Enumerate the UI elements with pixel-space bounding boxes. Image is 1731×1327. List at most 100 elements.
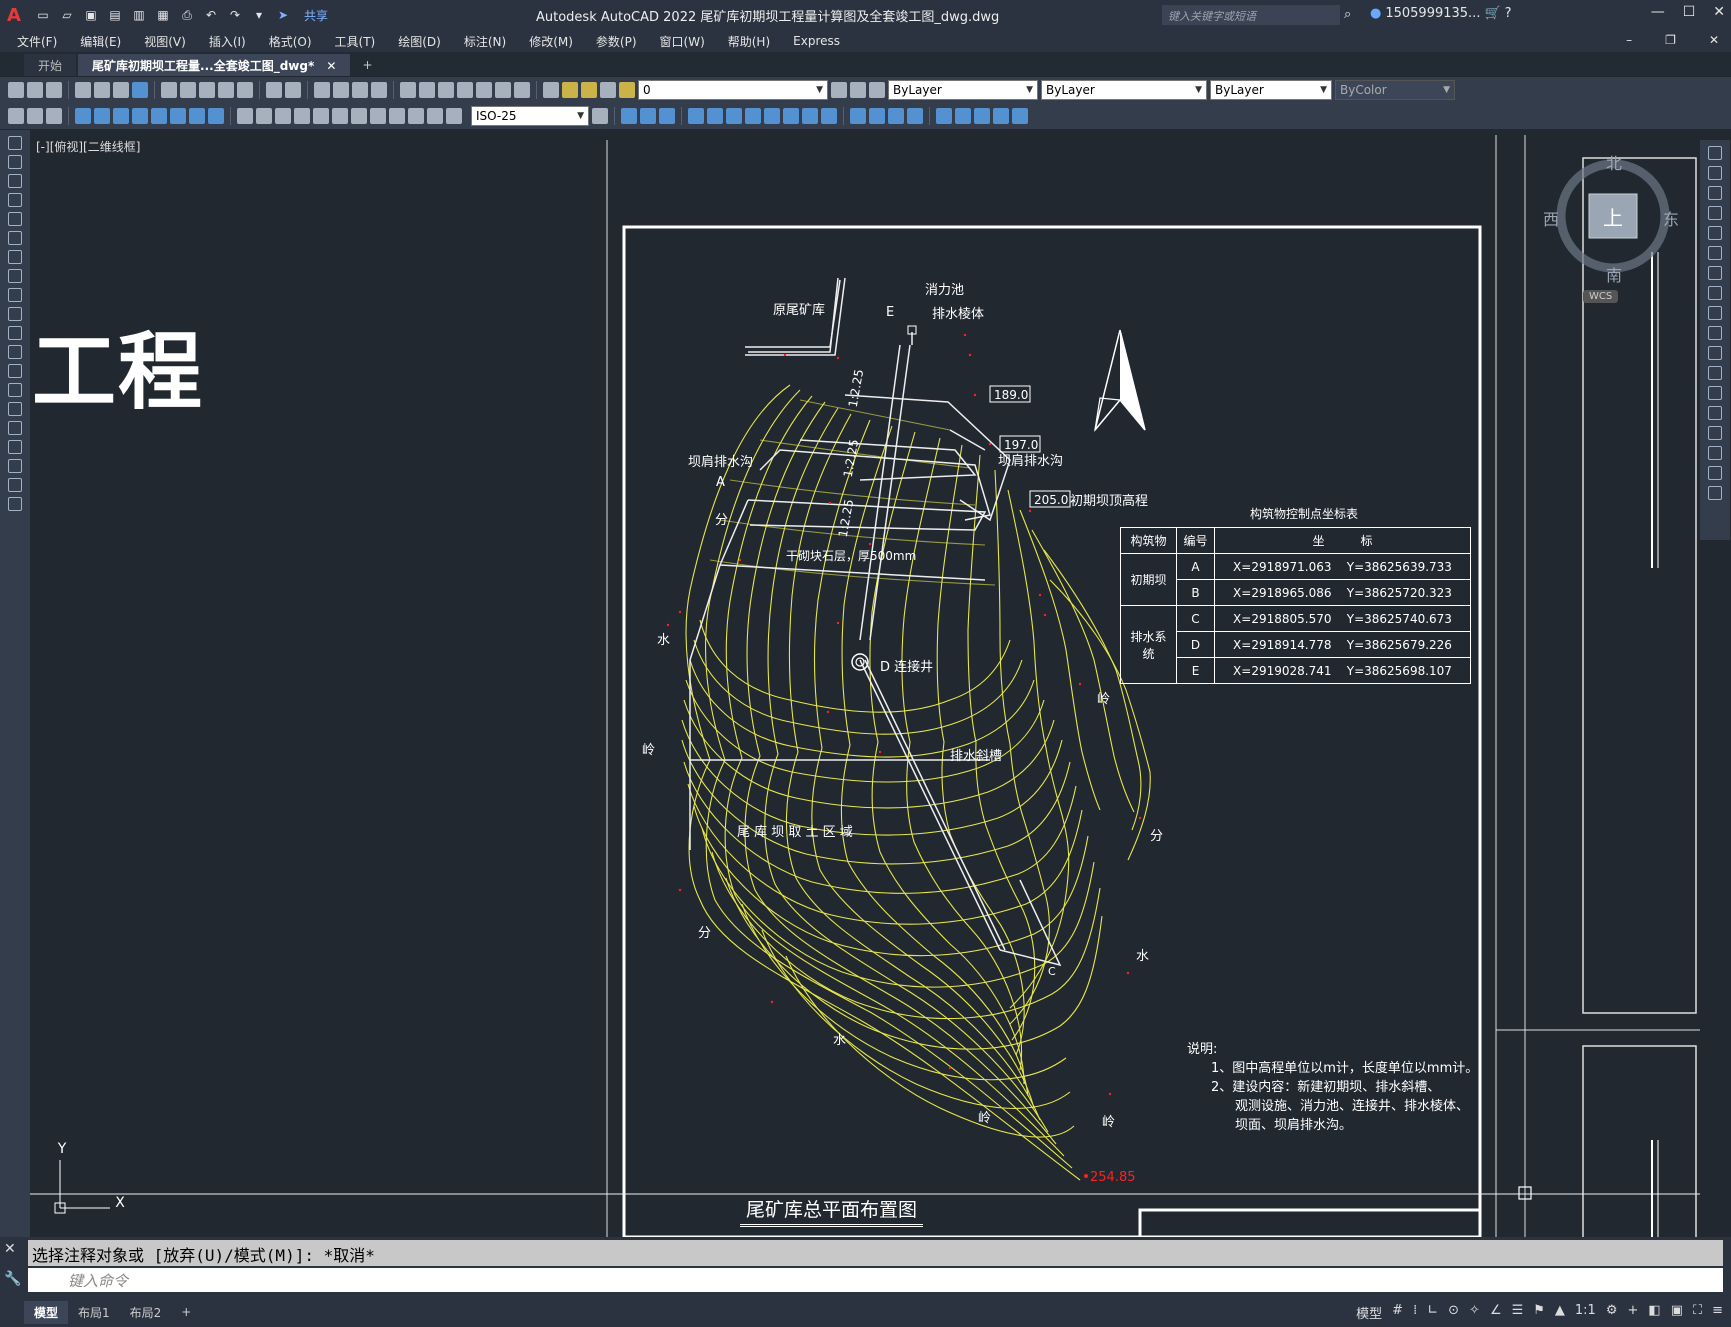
dim-linear-icon[interactable]: [75, 108, 91, 124]
ucs-previous-icon[interactable]: [726, 108, 742, 124]
layer-previous-icon[interactable]: [850, 82, 866, 98]
save-web-icon[interactable]: ▦: [154, 6, 172, 24]
dim-diameter-icon[interactable]: [189, 108, 205, 124]
command-input[interactable]: 键入命令: [28, 1268, 1723, 1292]
app-logo[interactable]: A: [0, 0, 28, 30]
visual-style-2-icon[interactable]: [869, 108, 885, 124]
preview-icon[interactable]: [94, 82, 110, 98]
drawing-canvas[interactable]: Y X 原尾矿库 消力池 排水棱体 E 坝肩排水沟 坝肩排水沟 A 初期坝顶高程…: [30, 130, 1700, 1237]
render-3-icon[interactable]: [974, 108, 990, 124]
dimstyle-dropdown[interactable]: ISO-25 ▼: [471, 106, 589, 126]
menu-edit[interactable]: 编辑(E): [80, 33, 121, 50]
tab-drawing[interactable]: 尾矿库初期坝工程量...全套竣工图_dwg* ✕: [78, 54, 351, 76]
viewcube-top-face[interactable]: 上: [1603, 202, 1623, 231]
tab-close-icon[interactable]: ✕: [326, 59, 336, 73]
save-tb-icon[interactable]: [46, 82, 62, 98]
viewcube-west[interactable]: 西: [1543, 206, 1559, 230]
maximize-icon[interactable]: ☐: [1683, 4, 1696, 20]
modeling-1-icon[interactable]: [621, 108, 637, 124]
menu-express[interactable]: Express: [793, 34, 840, 48]
explode-icon[interactable]: [1708, 486, 1722, 500]
gradient-icon[interactable]: [8, 421, 22, 435]
visual-style-1-icon[interactable]: [850, 108, 866, 124]
share-icon[interactable]: ➤: [274, 6, 292, 24]
mirror-icon[interactable]: [1708, 186, 1722, 200]
point-icon[interactable]: [8, 383, 22, 397]
tolerance-icon[interactable]: [332, 108, 348, 124]
scale-value[interactable]: 1:1: [1575, 1303, 1596, 1322]
plus-icon[interactable]: +: [1627, 1303, 1638, 1322]
menu-help[interactable]: 帮助(H): [728, 33, 770, 50]
render-1-icon[interactable]: [936, 108, 952, 124]
match-prop-icon[interactable]: [218, 82, 234, 98]
ucs-face-icon[interactable]: [745, 108, 761, 124]
close-icon[interactable]: ✕: [1713, 4, 1725, 20]
mtext-icon[interactable]: [8, 478, 22, 492]
polar-icon[interactable]: ⊙: [1448, 1303, 1459, 1322]
cart-icon[interactable]: 🛒: [1484, 6, 1500, 21]
offset-icon[interactable]: [1708, 206, 1722, 220]
viewcube[interactable]: 北 南 西 东 上 WCS: [1543, 150, 1683, 320]
rectangle-icon[interactable]: [8, 212, 22, 226]
viewcube-north[interactable]: 北: [1606, 150, 1622, 174]
layer-states-icon[interactable]: [869, 82, 885, 98]
workspace-gear-icon[interactable]: ⚙: [1606, 1303, 1618, 1322]
stretch-icon[interactable]: [1708, 306, 1722, 320]
ortho-icon[interactable]: ∟: [1427, 1303, 1438, 1322]
open-icon[interactable]: [27, 82, 43, 98]
quick-dim-icon[interactable]: [8, 108, 24, 124]
menu-tools[interactable]: 工具(T): [335, 33, 376, 50]
break-icon[interactable]: [1708, 386, 1722, 400]
publish-icon[interactable]: [113, 82, 129, 98]
lineweight-icon[interactable]: ☰: [1512, 1303, 1524, 1322]
doc-close-icon[interactable]: ✕: [1709, 33, 1719, 47]
paste-icon[interactable]: [199, 82, 215, 98]
undo-icon[interactable]: ↶: [202, 6, 220, 24]
move-icon[interactable]: [1708, 246, 1722, 260]
fillet-icon[interactable]: [1708, 446, 1722, 460]
new-file-icon[interactable]: ▭: [34, 6, 52, 24]
inspection-icon[interactable]: [370, 108, 386, 124]
open-web-icon[interactable]: ▥: [130, 6, 148, 24]
otrack-icon[interactable]: ∠: [1490, 1303, 1502, 1322]
sheet-set-icon[interactable]: [457, 82, 473, 98]
menu-format[interactable]: 格式(O): [269, 33, 312, 50]
dim-arc-icon[interactable]: [113, 108, 129, 124]
layer-properties-icon[interactable]: [543, 82, 559, 98]
quick-dimension-icon[interactable]: [237, 108, 253, 124]
cut-icon[interactable]: [161, 82, 177, 98]
plot-icon[interactable]: ⎙: [178, 6, 196, 24]
search-input[interactable]: 键入关键字或短语: [1162, 5, 1340, 25]
ucs-icon[interactable]: [688, 108, 704, 124]
layout-tab-1[interactable]: 布局1: [68, 1301, 120, 1324]
properties-icon[interactable]: [400, 82, 416, 98]
render-4-icon[interactable]: [993, 108, 1009, 124]
calculator-icon[interactable]: [495, 82, 511, 98]
construction-line-icon[interactable]: [8, 155, 22, 169]
blend-icon[interactable]: [1708, 466, 1722, 480]
linetype-dropdown[interactable]: ByLayer ▼: [1041, 80, 1207, 100]
baseline-dim-icon[interactable]: [256, 108, 272, 124]
visual-style-4-icon[interactable]: [907, 108, 923, 124]
make-current-icon[interactable]: [831, 82, 847, 98]
pan-icon[interactable]: [314, 82, 330, 98]
chamfer-icon[interactable]: [1708, 426, 1722, 440]
dim-edit-icon[interactable]: [408, 108, 424, 124]
osnap-icon[interactable]: ✧: [1469, 1303, 1480, 1322]
menu-file[interactable]: 文件(F): [17, 33, 57, 50]
share-button[interactable]: 共享: [304, 7, 328, 24]
close-command-icon[interactable]: ✕: [4, 1241, 21, 1257]
layer-freeze-icon[interactable]: [581, 82, 597, 98]
design-center-icon[interactable]: [419, 82, 435, 98]
line-icon[interactable]: [8, 136, 22, 150]
save-as-icon[interactable]: ▤: [106, 6, 124, 24]
dim-style-icon[interactable]: [592, 108, 608, 124]
copy-icon[interactable]: [180, 82, 196, 98]
scale-icon[interactable]: [1708, 286, 1722, 300]
ucs-world-icon[interactable]: [707, 108, 723, 124]
block-editor-icon[interactable]: [237, 82, 253, 98]
customize-qat-icon[interactable]: ▾: [250, 6, 268, 24]
open-file-icon[interactable]: ▱: [58, 6, 76, 24]
new-tab-button[interactable]: +: [352, 54, 382, 76]
layer-lock-icon[interactable]: [619, 82, 635, 98]
